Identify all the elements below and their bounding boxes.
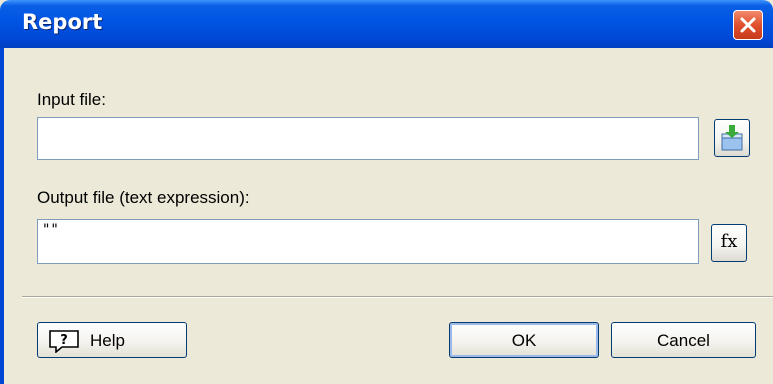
input-file-label: Input file: xyxy=(37,90,106,109)
browse-button[interactable] xyxy=(714,119,750,157)
window-frame xyxy=(0,48,4,384)
close-icon xyxy=(740,17,756,33)
help-button[interactable]: ? Help xyxy=(37,322,187,358)
output-file-field[interactable]: "" xyxy=(37,219,699,264)
open-file-icon xyxy=(721,125,743,151)
ok-label: OK xyxy=(511,331,537,350)
ok-button[interactable]: OK xyxy=(449,322,599,358)
input-file-field[interactable] xyxy=(37,117,699,160)
help-label: Help xyxy=(90,331,125,350)
output-file-label: Output file (text expression): xyxy=(37,188,250,207)
function-icon: fx xyxy=(720,231,738,252)
separator xyxy=(22,296,773,298)
svg-text:?: ? xyxy=(60,333,68,348)
cancel-button[interactable]: Cancel xyxy=(611,322,756,358)
window-title: Report xyxy=(22,10,103,34)
function-button[interactable]: fx xyxy=(711,224,747,262)
close-button[interactable] xyxy=(733,10,763,40)
report-dialog: Report Input file: Output file (text exp… xyxy=(0,0,773,384)
title-bar[interactable]: Report xyxy=(0,0,773,48)
cancel-label: Cancel xyxy=(657,331,710,350)
help-icon: ? xyxy=(49,330,79,353)
